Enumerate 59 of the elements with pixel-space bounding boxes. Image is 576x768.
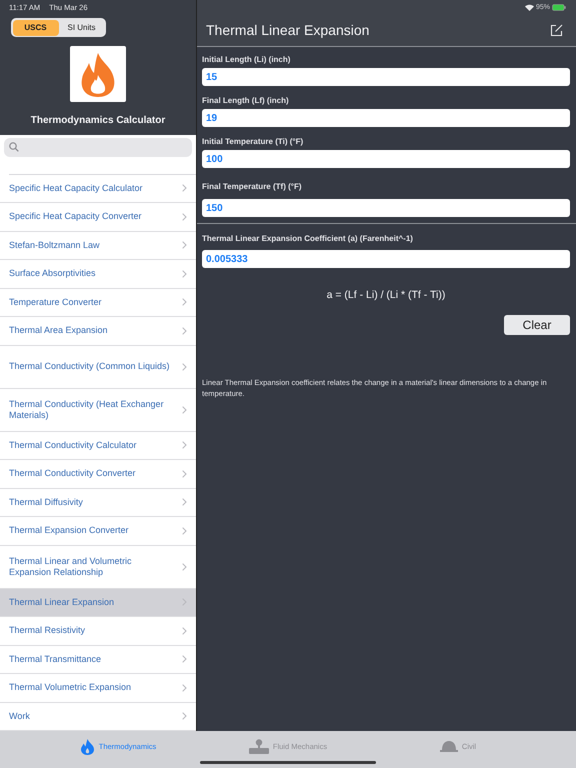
sidebar-item[interactable]: Temperature Converter xyxy=(0,288,196,317)
clear-button[interactable]: Clear xyxy=(504,315,570,335)
sidebar-item[interactable]: Thermal Linear Expansion xyxy=(0,588,196,617)
sidebar-item[interactable]: Surface Absorptivities xyxy=(0,260,196,288)
chevron-icon xyxy=(182,498,187,506)
app-title: Thermodynamics Calculator xyxy=(30,115,166,126)
chevron-icon xyxy=(182,562,187,570)
chevron-icon xyxy=(182,526,187,535)
flame-logo-icon xyxy=(70,46,126,102)
sidebar-item[interactable]: Thermal Conductivity (Heat Exchanger Materials) xyxy=(0,388,196,432)
field-label: Initial Temperature (Ti) (°F) xyxy=(202,137,304,147)
input-field[interactable]: 150 xyxy=(202,199,570,217)
chevron-icon xyxy=(182,441,187,450)
sidebar-item[interactable]: Thermal Area Expansion xyxy=(0,317,196,346)
chevron-icon xyxy=(182,712,187,720)
chevron-icon xyxy=(182,298,187,306)
unit-segment[interactable]: SI Units xyxy=(58,20,104,36)
input-field[interactable]: 19 xyxy=(202,109,570,127)
chevron-icon xyxy=(182,406,187,414)
sidebar-item[interactable]: Thermal Conductivity (Common Liquids) xyxy=(0,346,196,388)
sidebar-item[interactable]: Specific Heat Capacity Converter xyxy=(0,203,196,232)
sidebar-item[interactable]: Thermal Expansion Converter xyxy=(0,517,196,546)
hard-hat-icon xyxy=(440,740,458,754)
chevron-icon xyxy=(182,470,187,478)
chevron-icon xyxy=(182,362,187,370)
chevron-icon xyxy=(182,270,187,278)
sidebar-item[interactable]: Thermal Resistivity xyxy=(0,617,196,646)
chevron-icon xyxy=(182,598,187,606)
input-field[interactable]: 15 xyxy=(202,68,570,86)
result-field[interactable]: 0.005333 xyxy=(202,250,570,268)
sidebar-item[interactable]: Specific Heat Capacity Calculator xyxy=(0,174,196,203)
battery-icon xyxy=(552,4,566,10)
sidebar-item[interactable]: Thermal Volumetric Expansion xyxy=(0,674,196,702)
formula-text: a = (Lf - Li) / (Li * (Tf - Ti)) xyxy=(326,289,446,301)
sidebar-item[interactable]: Thermal Diffusivity xyxy=(0,488,196,517)
search-icon xyxy=(9,142,19,152)
chevron-icon xyxy=(182,241,187,250)
sidebar-item[interactable]: Thermal Conductivity Converter xyxy=(0,460,196,488)
chevron-icon xyxy=(182,326,187,335)
page-title: Thermal Linear Expansion xyxy=(206,22,370,38)
compose-icon[interactable] xyxy=(550,24,563,36)
chevron-icon xyxy=(182,184,187,192)
chevron-icon xyxy=(182,212,187,221)
field-label: Final Length (Lf) (inch) xyxy=(202,96,290,106)
pipe-gauge-icon xyxy=(248,738,269,754)
flame-icon xyxy=(80,738,95,754)
field-label: Thermal Linear Expansion Coefficient (a) (Farenheit^-1) xyxy=(202,234,414,244)
chevron-icon xyxy=(182,684,187,692)
search-field[interactable] xyxy=(4,138,192,156)
chevron-icon xyxy=(182,626,187,635)
unit-segment[interactable]: USCS xyxy=(12,20,58,36)
sidebar-item[interactable]: Stefan-Boltzmann Law xyxy=(0,232,196,260)
sidebar-item[interactable]: Thermal Transmittance xyxy=(0,646,196,674)
chevron-icon xyxy=(182,655,187,664)
field-label: Initial Length (Li) (inch) xyxy=(202,55,292,65)
field-label: Final Temperature (Tf) (°F) xyxy=(202,182,302,192)
wifi-icon xyxy=(524,4,534,10)
sidebar-item[interactable]: Thermal Conductivity Calculator xyxy=(0,432,196,460)
input-field[interactable]: 100 xyxy=(202,150,570,168)
